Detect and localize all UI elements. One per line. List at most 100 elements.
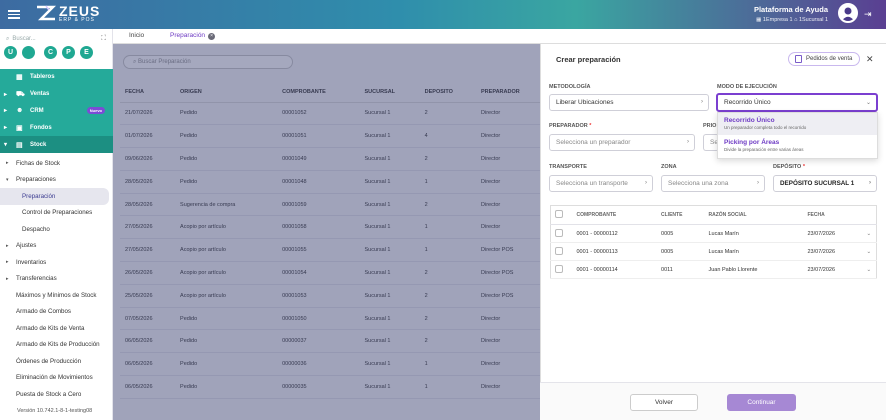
branch-info[interactable]: 1Sucursal 1 bbox=[799, 17, 828, 23]
module-button-e[interactable]: E bbox=[80, 46, 93, 59]
table-row[interactable]: 0001 - 00000113 0005 Lucas Marín 23/07/2026… bbox=[550, 242, 877, 261]
modo-ejecucion-select[interactable]: Recorrido Único ⌄ bbox=[716, 93, 878, 112]
logo[interactable]: ZEUS ERP & POS bbox=[36, 4, 100, 23]
row-checkbox[interactable] bbox=[550, 224, 573, 243]
sidebar-subitem-label: Transferencias bbox=[16, 275, 57, 283]
table-row[interactable]: 0001 - 00000112 0005 Lucas Marín 23/07/2026… bbox=[550, 224, 877, 243]
sidebar-item-stock[interactable]: ▾ ▤ Stock bbox=[0, 136, 113, 153]
sidebar-subitem[interactable]: ▸ Ajustes bbox=[0, 238, 113, 255]
table-cell: 0001 - 00000113 bbox=[572, 242, 658, 261]
table-cell: Lucas Marín bbox=[704, 224, 804, 243]
sidebar-subitem[interactable]: Puesta de Stock a Cero bbox=[0, 386, 113, 403]
sidebar-subitem[interactable]: Preparación bbox=[0, 188, 109, 205]
sidebar-subitem[interactable]: ▸ Transferencias bbox=[0, 271, 113, 288]
close-icon[interactable]: ✕ bbox=[866, 54, 874, 65]
column-header: FECHA bbox=[803, 205, 863, 225]
table-row[interactable]: 0001 - 00000114 0011 Juan Pablo Llorente 23… bbox=[550, 260, 877, 279]
box-icon: ▤ bbox=[16, 141, 23, 149]
row-checkbox[interactable] bbox=[550, 242, 573, 261]
help-platform-link[interactable]: Plataforma de Ayuda bbox=[754, 5, 828, 14]
sidebar-subitem-label: Máximos y Mínimos de Stock bbox=[16, 291, 97, 299]
sidebar-subitem[interactable]: Máximos y Mínimos de Stock bbox=[0, 287, 113, 304]
sidebar-subitem[interactable]: ▾ Preparaciones bbox=[0, 172, 113, 189]
chevron-icon: ▸ bbox=[6, 275, 9, 282]
sidebar-subitem[interactable]: Órdenes de Producción bbox=[0, 353, 113, 370]
transporte-select[interactable]: Selecciona un transporte › bbox=[549, 175, 653, 192]
option-picking-por-areas[interactable]: Picking por Áreas Divide la preparación … bbox=[718, 135, 877, 157]
sidebar-item-fondos[interactable]: ▸ ▣ Fondos bbox=[0, 119, 113, 136]
select-all-checkbox[interactable] bbox=[550, 205, 573, 225]
deposito-select[interactable]: DEPÓSITO SUCURSAL 1 › bbox=[773, 175, 877, 192]
column-header: RAZÓN SOCIAL bbox=[704, 205, 804, 225]
sidebar-subitem[interactable]: Eliminación de Movimientos bbox=[0, 370, 113, 387]
preparador-label: PREPARADOR * bbox=[549, 123, 592, 129]
table-cell: 0001 - 00000114 bbox=[572, 260, 658, 279]
sidebar-item-crm[interactable]: ▸ ☻ CRM Nuevo bbox=[0, 103, 113, 120]
table-cell: 0005 bbox=[657, 224, 705, 243]
chevron-right-icon: › bbox=[687, 139, 689, 145]
document-icon bbox=[795, 55, 802, 63]
back-button[interactable]: Volver bbox=[630, 394, 698, 411]
sidebar-item-ventas[interactable]: ▸ ⛟ Ventas bbox=[0, 86, 113, 103]
metodologia-select[interactable]: Liberar Ubicaciones › bbox=[549, 94, 709, 111]
avatar[interactable] bbox=[838, 3, 858, 23]
panel-title: Crear preparación bbox=[556, 55, 621, 64]
table-cell: 0005 bbox=[657, 242, 705, 261]
table-cell: 23/07/2026 bbox=[803, 242, 863, 261]
building-icon: ▦ bbox=[756, 17, 763, 23]
module-button-c[interactable]: C bbox=[44, 46, 57, 59]
logo-subtitle: ERP & POS bbox=[59, 17, 95, 23]
sidebar-subitem-label: Inventarios bbox=[16, 258, 47, 266]
preparador-select[interactable]: Selecciona un preparador › bbox=[549, 134, 695, 151]
tab-preparacion[interactable]: Preparación × bbox=[170, 32, 216, 40]
tab-bar: Inicio Preparación × bbox=[113, 29, 886, 44]
sidebar-subitem[interactable]: ▸ Fichas de Stock bbox=[0, 155, 113, 172]
tab-inicio[interactable]: Inicio bbox=[129, 32, 144, 39]
chevron-icon: ▸ bbox=[6, 259, 9, 266]
sidebar-subitem-label: Despacho bbox=[22, 225, 50, 233]
sidebar-subitem-label: Ajustes bbox=[16, 242, 37, 250]
chevron-down-icon: ⌄ bbox=[865, 100, 871, 106]
option-recorrido-unico[interactable]: Recorrido Único Un preparador completa t… bbox=[718, 113, 877, 135]
sales-orders-button[interactable]: Pedidos de venta bbox=[788, 52, 860, 66]
continue-button[interactable]: Continuar bbox=[727, 394, 796, 411]
expand-row-icon[interactable]: ⌄ bbox=[862, 242, 877, 261]
zona-select[interactable]: Selecciona una zona › bbox=[661, 175, 765, 192]
chevron-right-icon: › bbox=[645, 180, 647, 186]
sidebar-search[interactable]: ⌕ Buscar... ⛶ bbox=[6, 32, 106, 46]
sidebar-item-tableros[interactable]: ▦ Tableros bbox=[0, 69, 113, 86]
chevron-right-icon: › bbox=[757, 180, 759, 186]
modo-ejecucion-label: MODO DE EJECUCIÓN bbox=[717, 84, 777, 90]
table-cell: Lucas Marín bbox=[704, 242, 804, 261]
sidebar-subitem[interactable]: Armado de Combos bbox=[0, 304, 113, 321]
sidebar-subitem-label: Órdenes de Producción bbox=[16, 357, 82, 365]
sidebar-subitem[interactable]: Despacho bbox=[0, 221, 113, 238]
top-bar: ZEUS ERP & POS Plataforma de Ayuda ▦ 1Em… bbox=[0, 0, 886, 29]
expand-row-icon[interactable]: ⌄ bbox=[862, 224, 877, 243]
module-button-p[interactable]: P bbox=[62, 46, 75, 59]
row-checkbox[interactable] bbox=[550, 260, 573, 279]
close-tab-icon[interactable]: × bbox=[208, 33, 216, 40]
company-info[interactable]: 1Empresa 1 bbox=[763, 17, 793, 23]
table-cell: 0011 bbox=[657, 260, 705, 279]
expand-icon[interactable]: ⛶ bbox=[101, 35, 106, 43]
module-button-blank[interactable] bbox=[22, 46, 35, 59]
logo-title: ZEUS bbox=[59, 3, 101, 19]
sidebar-subitem[interactable]: ▸ Inventarios bbox=[0, 254, 113, 271]
modal-overlay[interactable] bbox=[113, 44, 540, 420]
menu-icon[interactable] bbox=[8, 8, 20, 20]
sidebar-subitem-label: Preparación bbox=[22, 192, 56, 200]
transporte-label: TRANSPORTE bbox=[549, 164, 587, 170]
sidebar-subitem[interactable]: Armado de Kits de Producción bbox=[0, 337, 113, 354]
expand-row-icon[interactable]: ⌄ bbox=[862, 260, 877, 279]
sidebar-subitem-label: Fichas de Stock bbox=[16, 159, 61, 167]
sidebar-subitem[interactable]: Armado de Kits de Venta bbox=[0, 320, 113, 337]
module-button-u[interactable]: U bbox=[4, 46, 17, 59]
zona-label: ZONA bbox=[661, 164, 677, 170]
sidebar: ⌕ Buscar... ⛶ U C P E ▦ Tableros ▸ ⛟ Ventas… bbox=[0, 29, 115, 420]
sidebar-subitem-label: Armado de Kits de Producción bbox=[16, 341, 100, 349]
sidebar-subitem[interactable]: Control de Preparaciones bbox=[0, 205, 113, 222]
sidebar-search-input[interactable]: Buscar... bbox=[12, 36, 35, 42]
chevron-icon: ▸ bbox=[6, 160, 9, 167]
logout-icon[interactable]: ⇥ bbox=[864, 9, 872, 20]
